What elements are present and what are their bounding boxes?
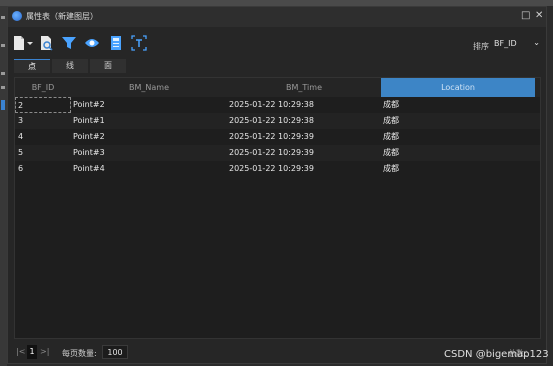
dock-mark — [1, 86, 5, 89]
cell-bm-name[interactable]: Point#2 — [73, 97, 105, 113]
cell-bf-id[interactable]: 2 — [15, 97, 71, 113]
document-dropdown-button[interactable] — [12, 35, 34, 51]
page-size-label: 每页数量: — [62, 349, 97, 358]
first-page-button[interactable]: |< — [16, 346, 25, 358]
table-row[interactable]: 6 Point#4 2025-01-22 10:29:39 成都 — [15, 161, 540, 177]
tab-point[interactable]: 点 — [14, 59, 50, 73]
cell-bf-id[interactable]: 6 — [18, 161, 23, 177]
document-search-button[interactable] — [39, 35, 55, 51]
filter-button[interactable] — [61, 35, 77, 51]
dock-mark — [1, 16, 5, 19]
toolbar: 排序 BF_ID ⌄ — [8, 27, 546, 59]
column-header-bm-time[interactable]: BM_Time — [227, 78, 381, 97]
table-row[interactable]: 4 Point#2 2025-01-22 10:29:39 成都 — [15, 129, 540, 145]
maximize-button[interactable]: □ — [521, 10, 530, 22]
cell-location[interactable]: 成都 — [383, 145, 399, 161]
attribute-table-window: 属性表（新建图层） □ ✕ 排序 BF_ID ⌄ 点 线 面 BF_ID BM_… — [7, 6, 547, 364]
calculator-button[interactable] — [108, 35, 124, 51]
current-page[interactable]: 1 — [27, 345, 37, 359]
grid-header: BF_ID BM_Name BM_Time Location — [15, 78, 540, 97]
window-title: 属性表（新建图层） — [26, 12, 98, 21]
column-header-bm-name[interactable]: BM_Name — [71, 78, 227, 97]
last-page-button[interactable]: >| — [40, 346, 49, 358]
left-dock-strip — [0, 6, 7, 366]
text-frame-icon — [131, 35, 147, 51]
eye-icon — [85, 39, 99, 47]
cell-bm-time[interactable]: 2025-01-22 10:29:38 — [229, 97, 314, 113]
attribute-grid: BF_ID BM_Name BM_Time Location 2 Point#2… — [14, 77, 541, 339]
calculator-icon — [111, 36, 121, 50]
sort-label: 排序 — [473, 42, 489, 51]
cell-bm-time[interactable]: 2025-01-22 10:29:39 — [229, 129, 314, 145]
cell-bm-name[interactable]: Point#2 — [73, 129, 105, 145]
cell-bm-name[interactable]: Point#1 — [73, 113, 105, 129]
dock-active-mark — [1, 100, 5, 110]
dock-mark — [1, 44, 5, 47]
cell-bm-name[interactable]: Point#4 — [73, 161, 105, 177]
tab-polygon[interactable]: 面 — [90, 59, 126, 73]
app-logo-icon — [12, 11, 22, 21]
filter-icon — [62, 37, 76, 49]
view-button[interactable] — [84, 35, 100, 51]
cell-bf-id[interactable]: 4 — [18, 129, 23, 145]
cell-bm-time[interactable]: 2025-01-22 10:29:38 — [229, 113, 314, 129]
document-icon — [14, 36, 33, 50]
tab-line[interactable]: 线 — [52, 59, 88, 73]
cell-location[interactable]: 成都 — [383, 129, 399, 145]
column-header-location[interactable]: Location — [381, 78, 535, 97]
cell-location[interactable]: 成都 — [383, 161, 399, 177]
close-button[interactable]: ✕ — [535, 10, 543, 22]
cell-bm-name[interactable]: Point#3 — [73, 145, 105, 161]
sort-select-value: BF_ID — [494, 39, 517, 48]
dock-mark — [1, 72, 5, 75]
sort-select[interactable]: BF_ID ⌄ — [492, 37, 542, 51]
table-row[interactable]: 5 Point#3 2025-01-22 10:29:39 成都 — [15, 145, 540, 161]
text-field-button[interactable] — [131, 35, 147, 51]
column-header-bf-id[interactable]: BF_ID — [15, 78, 71, 97]
cell-bf-id[interactable]: 5 — [18, 145, 23, 161]
table-row[interactable]: 2 Point#2 2025-01-22 10:29:38 成都 — [15, 97, 540, 113]
watermark: CSDN @bigemap123 — [444, 349, 549, 360]
cell-location[interactable]: 成都 — [383, 113, 399, 129]
title-bar: 属性表（新建图层） □ ✕ — [8, 7, 546, 27]
cell-bm-time[interactable]: 2025-01-22 10:29:39 — [229, 161, 314, 177]
chevron-down-icon: ⌄ — [533, 38, 540, 47]
table-row[interactable]: 3 Point#1 2025-01-22 10:29:38 成都 — [15, 113, 540, 129]
page-size-input[interactable]: 100 — [102, 345, 128, 359]
cell-bf-id[interactable]: 3 — [18, 113, 23, 129]
cell-bm-time[interactable]: 2025-01-22 10:29:39 — [229, 145, 314, 161]
cell-location[interactable]: 成都 — [383, 97, 399, 113]
document-search-icon — [41, 36, 53, 51]
